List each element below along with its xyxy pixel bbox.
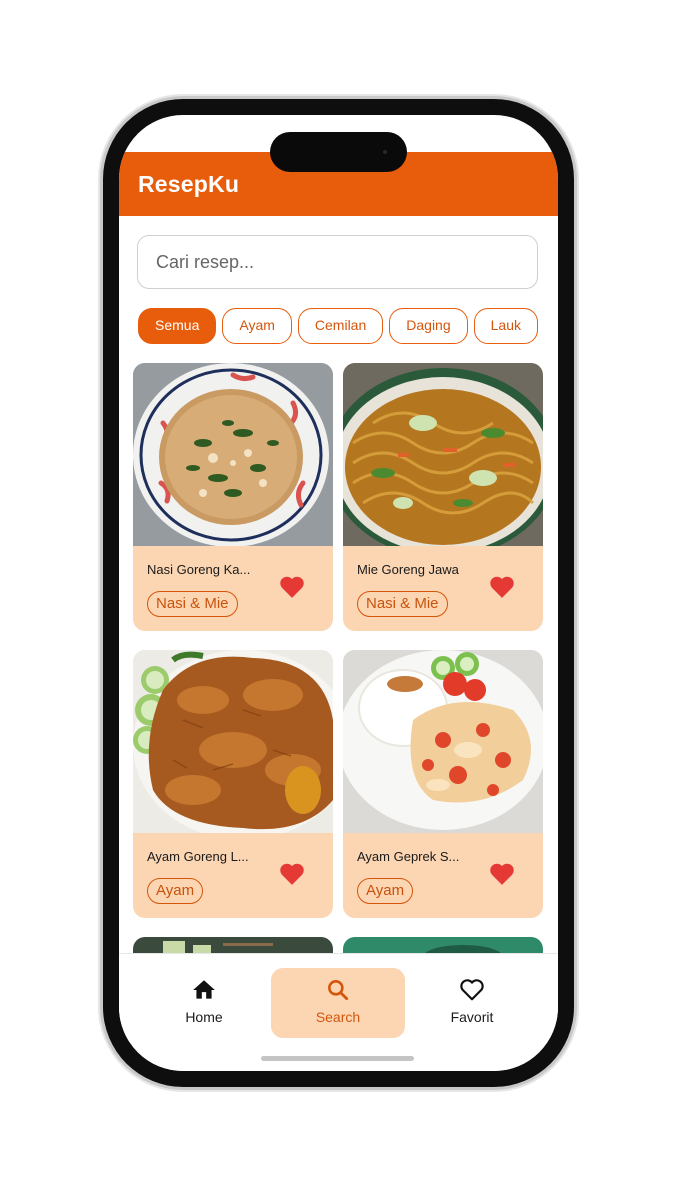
chip-semua[interactable]: Semua <box>138 308 217 344</box>
nav-favorit[interactable]: Favorit <box>405 968 539 1038</box>
fried-chicken-image <box>133 650 333 833</box>
recipe-card[interactable]: Ayam Goreng L... Ayam <box>133 650 333 918</box>
phone-screen: ResepKu SemuaAyamCemilanDagingLauk <box>119 115 558 1071</box>
smashed-chicken-image <box>343 650 543 833</box>
favorite-heart-icon[interactable] <box>279 862 305 886</box>
bottom-navigation: Home Search Favorit <box>119 953 558 1071</box>
favorite-heart-icon[interactable] <box>489 862 515 886</box>
search-input[interactable] <box>137 235 538 289</box>
camera-icon <box>383 150 387 154</box>
chip-ayam[interactable]: Ayam <box>222 308 292 344</box>
recipe-category-tag: Ayam <box>147 878 204 904</box>
home-icon <box>193 980 215 999</box>
chip-daging[interactable]: Daging <box>389 308 468 344</box>
nav-home[interactable]: Home <box>137 968 271 1038</box>
fried-rice-image <box>133 363 333 546</box>
recipe-name: Nasi Goreng Ka... <box>147 562 251 577</box>
nav-home-label: Home <box>185 1009 223 1025</box>
chip-cemilan[interactable]: Cemilan <box>297 308 384 344</box>
category-chips: Semua Ayam Cemilan Daging Lauk <box>138 308 558 344</box>
heart-outline-icon <box>460 979 484 1001</box>
recipe-category-tag: Nasi & Mie <box>357 591 448 617</box>
fried-noodles-image <box>343 363 543 546</box>
nav-search-label: Search <box>315 1009 361 1025</box>
recipe-card[interactable]: Nasi Goreng Ka... Nasi & Mie <box>133 363 333 631</box>
nav-search[interactable]: Search <box>271 968 405 1038</box>
recipe-name: Mie Goreng Jawa <box>357 562 459 577</box>
recipe-card[interactable]: Mie Goreng Jawa Nasi & Mie <box>343 363 543 631</box>
recipe-category-tag: Ayam <box>357 878 414 904</box>
power-button <box>574 408 578 518</box>
nav-favorit-label: Favorit <box>450 1009 494 1025</box>
favorite-heart-icon[interactable] <box>279 575 305 599</box>
chip-lauk[interactable]: Lauk <box>473 308 538 344</box>
app-title: ResepKu <box>138 171 240 197</box>
home-indicator[interactable] <box>261 1056 414 1061</box>
search-icon <box>328 980 349 1001</box>
dynamic-island <box>270 132 407 172</box>
recipe-name: Ayam Geprek S... <box>357 849 460 864</box>
recipe-card[interactable]: Ayam Geprek S... Ayam <box>343 650 543 918</box>
favorite-heart-icon[interactable] <box>489 575 515 599</box>
recipe-category-tag: Nasi & Mie <box>147 591 238 617</box>
recipe-name: Ayam Goreng L... <box>147 849 249 864</box>
